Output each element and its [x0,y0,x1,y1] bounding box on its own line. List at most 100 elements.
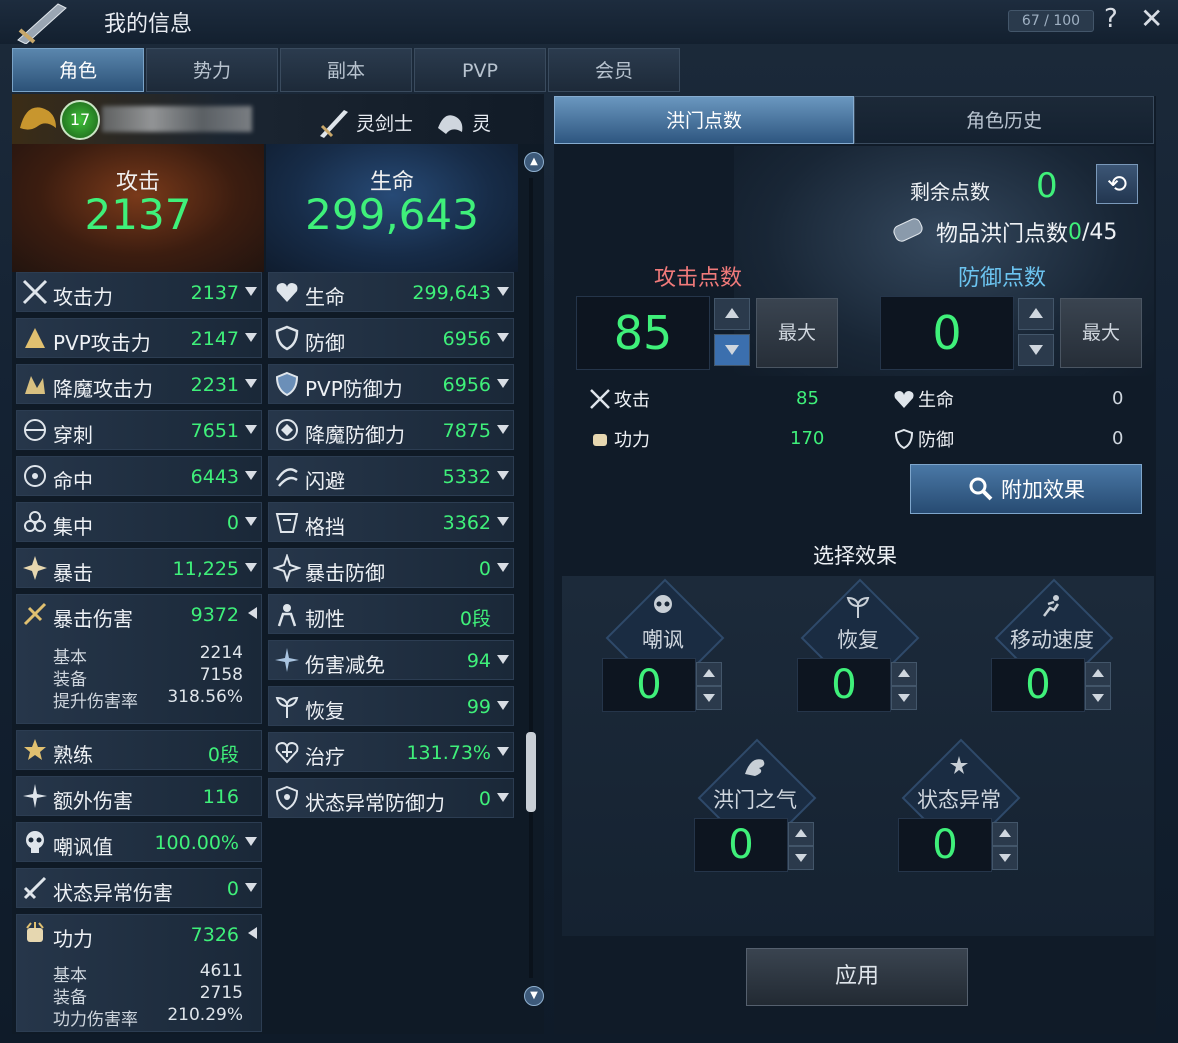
expand-arrow-icon[interactable] [245,517,257,526]
defense-sub-defense: 防御 [892,426,954,452]
expand-arrow-icon[interactable] [245,333,257,342]
tab-character-history[interactable]: 角色历史 [854,96,1154,144]
stat-row-pvp-defense[interactable]: PVP防御力 6956 [268,364,514,404]
expand-arrow-icon[interactable] [497,701,509,710]
expand-arrow-icon[interactable] [497,333,509,342]
attack-max-button[interactable]: 最大 [756,298,838,368]
expand-arrow-icon[interactable] [497,287,509,296]
collapse-arrow-icon[interactable] [248,607,257,619]
close-button[interactable]: ✕ [1140,2,1163,35]
stat-row-mastery[interactable]: 熟练 0段 [16,730,262,770]
stat-row-focus[interactable]: 集中 0 [16,502,262,542]
stat-row-power[interactable]: 功力 7326 基本 4611 装备 2715 功力伤害率 210.29% [16,914,262,1032]
stat-row-evasion[interactable]: 闪避 5332 [268,456,514,496]
defense-max-button[interactable]: 最大 [1060,298,1142,368]
stat-value: 299,643 [412,282,491,304]
effect-value[interactable]: 0 [694,818,788,872]
effect-decrease-button[interactable] [1085,686,1111,710]
stats-scrollbar[interactable]: ▲ ▼ [524,152,544,1006]
effect-value[interactable]: 0 [797,658,891,712]
stat-row-toughness[interactable]: 韧性 0段 [268,594,514,634]
effect-increase-button[interactable] [891,662,917,686]
stat-row-critical[interactable]: 暴击 11,225 [16,548,262,588]
help-button[interactable]: ? [1104,4,1118,34]
effect-increase-button[interactable] [1085,662,1111,686]
stat-row-demon-attack[interactable]: 降魔攻击力 2231 [16,364,262,404]
stat-value: 6956 [442,328,491,350]
scroll-down-icon[interactable]: ▼ [524,986,544,1006]
scroll-thumb[interactable] [526,732,536,812]
collapse-arrow-icon[interactable] [248,927,257,939]
effect-decrease-button[interactable] [992,846,1018,870]
effect-value[interactable]: 0 [991,658,1085,712]
effect-value[interactable]: 0 [898,818,992,872]
tab-pvp[interactable]: PVP [414,48,546,92]
sub-value: 170 [790,428,825,449]
expand-arrow-icon[interactable] [497,563,509,572]
tab-faction[interactable]: 势力 [146,48,278,92]
defense-decrease-button[interactable] [1018,334,1054,366]
shield-icon [894,428,914,450]
stat-row-healing[interactable]: 治疗 131.73% [268,732,514,772]
stat-row-critical-damage[interactable]: 暴击伤害 9372 基本 2214 装备 7158 提升伤害率 318.56% [16,594,262,724]
effect-value[interactable]: 0 [602,658,696,712]
attack-points-value[interactable]: 85 [576,296,710,370]
stat-row-defense[interactable]: 防御 6956 [268,318,514,358]
effect-increase-button[interactable] [696,662,722,686]
expand-arrow-icon[interactable] [245,379,257,388]
stat-row-pierce[interactable]: 穿刺 7651 [16,410,262,450]
expand-arrow-icon[interactable] [497,517,509,526]
defense-increase-button[interactable] [1018,298,1054,330]
stat-row-pvp-attack[interactable]: PVP攻击力 2147 [16,318,262,358]
effect-increase-button[interactable] [788,822,814,846]
additional-effects-button[interactable]: 附加效果 [910,464,1142,514]
expand-arrow-icon[interactable] [245,837,257,846]
apply-button[interactable]: 应用 [746,948,968,1006]
expand-arrow-icon[interactable] [497,793,509,802]
scroll-track[interactable] [529,178,533,978]
stat-row-extra-damage[interactable]: 额外伤害 116 [16,776,262,816]
expand-arrow-icon[interactable] [497,747,509,756]
scroll-up-icon[interactable]: ▲ [524,152,544,172]
stat-row-status-damage[interactable]: 状态异常伤害 0 [16,868,262,908]
expand-arrow-icon[interactable] [245,471,257,480]
expand-arrow-icon[interactable] [245,563,257,572]
attack-decrease-button[interactable] [714,334,750,366]
expand-arrow-icon[interactable] [245,425,257,434]
tab-character[interactable]: 角色 [12,48,144,92]
stat-label: 穿刺 [53,423,93,447]
stat-row-hp[interactable]: 生命 299,643 [268,272,514,312]
stat-row-status-defense[interactable]: 状态异常防御力 0 [268,778,514,818]
stat-row-recovery[interactable]: 恢复 99 [268,686,514,726]
tab-dungeon[interactable]: 副本 [280,48,412,92]
effect-decrease-button[interactable] [696,686,722,710]
stat-row-critical-defense[interactable]: 暴击防御 0 [268,548,514,588]
stat-row-damage-reduction[interactable]: 伤害减免 94 [268,640,514,680]
expand-arrow-icon[interactable] [245,883,257,892]
stat-row-attack-power[interactable]: 攻击力 2137 [16,272,262,312]
stat-value: 0 [478,558,491,580]
effect-decrease-button[interactable] [788,846,814,870]
expand-arrow-icon[interactable] [245,287,257,296]
tab-member[interactable]: 会员 [548,48,680,92]
stat-label: 降魔防御力 [305,423,405,447]
effect-increase-button[interactable] [992,822,1018,846]
stat-row-demon-defense[interactable]: 降魔防御力 7875 [268,410,514,450]
stat-row-accuracy[interactable]: 命中 6443 [16,456,262,496]
dragon-icon [745,759,765,776]
stat-row-taunt[interactable]: 嘲讽值 100.00% [16,822,262,862]
tab-hongmen-points[interactable]: 洪门点数 [554,96,854,144]
attack-increase-button[interactable] [714,298,750,330]
status-shield-icon [275,785,299,811]
stat-row-block[interactable]: 格挡 3362 [268,502,514,542]
defense-points-value[interactable]: 0 [880,296,1014,370]
level-badge: 17 [60,100,100,140]
effect-decrease-button[interactable] [891,686,917,710]
expand-arrow-icon[interactable] [497,471,509,480]
expand-arrow-icon[interactable] [497,655,509,664]
reset-button[interactable]: ⟲ [1096,164,1138,204]
effect-label: 移动速度 [1010,628,1094,652]
expand-arrow-icon[interactable] [497,379,509,388]
expand-arrow-icon[interactable] [497,425,509,434]
stats-panel: 17 灵剑士 灵 攻击 2137 生命 299,643 攻击力 2137 PVP… [12,94,544,1034]
